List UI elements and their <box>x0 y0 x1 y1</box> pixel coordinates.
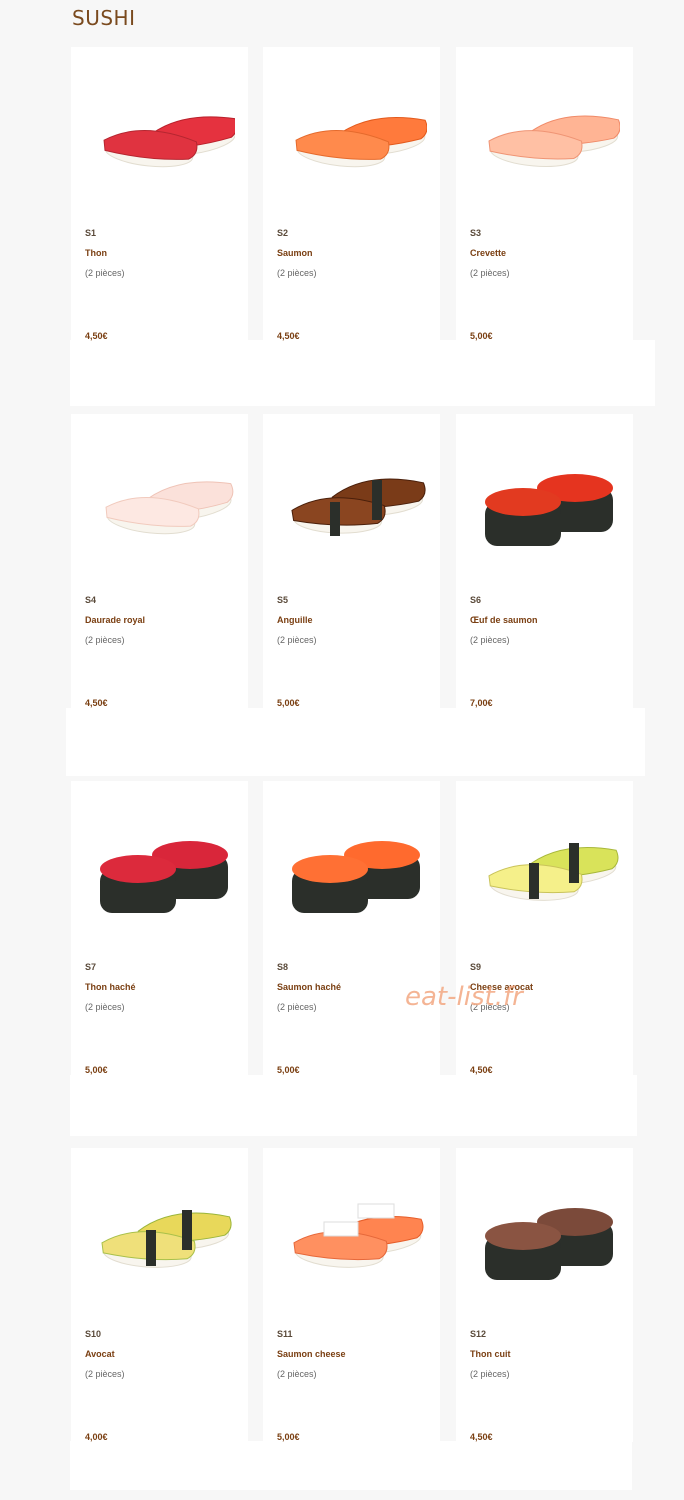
item-code: S7 <box>85 962 97 972</box>
item-name: Daurade royal <box>85 615 146 625</box>
item-name: Thon cuit <box>470 1349 511 1359</box>
chopped-salmon-gunkan-icon <box>263 781 440 946</box>
item-price: 5,00€ <box>277 1065 300 1075</box>
chopped-tuna-gunkan-icon <box>71 781 248 946</box>
menu-item-card[interactable]: S6 Œuf de saumon (2 pièces) 7,00€ <box>456 414 633 708</box>
cooked-tuna-gunkan-icon <box>456 1148 633 1313</box>
row-band <box>70 1441 632 1490</box>
menu-item-card[interactable]: S1 Thon (2 pièces) 4,50€ <box>71 47 248 341</box>
cheese-avocado-nigiri-icon <box>456 781 633 946</box>
sea-bream-nigiri-icon <box>71 414 248 579</box>
item-price: 4,50€ <box>277 331 300 341</box>
item-pieces: (2 pièces) <box>277 268 317 278</box>
menu-item-card[interactable]: S5 Anguille (2 pièces) 5,00€ <box>263 414 440 708</box>
item-code: S8 <box>277 962 289 972</box>
item-price: 4,50€ <box>470 1432 493 1442</box>
item-name: Anguille <box>277 615 313 625</box>
item-code: S3 <box>470 228 482 238</box>
shrimp-nigiri-icon <box>456 47 633 212</box>
item-price: 4,50€ <box>85 331 108 341</box>
item-pieces: (2 pièces) <box>277 635 317 645</box>
salmon-nigiri-icon <box>263 47 440 212</box>
item-pieces: (2 pièces) <box>85 1369 125 1379</box>
item-name: Saumon haché <box>277 982 342 992</box>
item-price: 4,50€ <box>470 1065 493 1075</box>
item-price: 5,00€ <box>277 1432 300 1442</box>
item-code: S6 <box>470 595 482 605</box>
item-name: Saumon cheese <box>277 1349 346 1359</box>
item-name: Avocat <box>85 1349 115 1359</box>
item-price: 4,00€ <box>85 1432 108 1442</box>
item-price: 5,00€ <box>85 1065 108 1075</box>
row-band <box>70 340 655 406</box>
item-code: S11 <box>277 1329 293 1339</box>
item-code: S2 <box>277 228 289 238</box>
menu-item-card[interactable]: S7 Thon haché (2 pièces) 5,00€ <box>71 781 248 1075</box>
menu-item-card[interactable]: S9 Cheese avocat (2 pièces) 4,50€ <box>456 781 633 1075</box>
row-band <box>66 708 645 776</box>
item-code: S10 <box>85 1329 102 1339</box>
item-name: Œuf de saumon <box>470 615 538 625</box>
eat-list-watermark: eat-list.fr <box>405 982 523 1012</box>
salmon-cheese-nigiri-icon <box>263 1148 440 1313</box>
item-code: S5 <box>277 595 289 605</box>
menu-item-card[interactable]: S2 Saumon (2 pièces) 4,50€ <box>263 47 440 341</box>
menu-item-card[interactable]: S11 Saumon cheese (2 pièces) 5,00€ <box>263 1148 440 1442</box>
menu-item-card[interactable]: S4 Daurade royal (2 pièces) 4,50€ <box>71 414 248 708</box>
menu-item-card[interactable]: S8 Saumon haché (2 pièces) 5,00€ <box>263 781 440 1075</box>
item-code: S9 <box>470 962 482 972</box>
avocado-nigiri-icon <box>71 1148 248 1313</box>
item-price: 5,00€ <box>470 331 493 341</box>
item-price: 5,00€ <box>277 698 300 708</box>
item-name: Thon <box>85 248 107 258</box>
item-code: S4 <box>85 595 97 605</box>
item-pieces: (2 pièces) <box>470 268 510 278</box>
item-name: Saumon <box>277 248 313 258</box>
item-pieces: (2 pièces) <box>470 1369 510 1379</box>
menu-item-card[interactable]: S10 Avocat (2 pièces) 4,00€ <box>71 1148 248 1442</box>
item-pieces: (2 pièces) <box>85 1002 125 1012</box>
menu-item-card[interactable]: S12 Thon cuit (2 pièces) 4,50€ <box>456 1148 633 1442</box>
item-name: Crevette <box>470 248 507 258</box>
item-pieces: (2 pièces) <box>277 1002 317 1012</box>
item-pieces: (2 pièces) <box>85 635 125 645</box>
salmon-roe-gunkan-icon <box>456 414 633 579</box>
eel-nigiri-icon <box>263 414 440 579</box>
tuna-nigiri-icon <box>71 47 248 212</box>
item-price: 7,00€ <box>470 698 493 708</box>
item-code: S1 <box>85 228 97 238</box>
item-name: Thon haché <box>85 982 136 992</box>
item-pieces: (2 pièces) <box>85 268 125 278</box>
item-price: 4,50€ <box>85 698 108 708</box>
item-code: S12 <box>470 1329 487 1339</box>
menu-item-card[interactable]: S3 Crevette (2 pièces) 5,00€ <box>456 47 633 341</box>
item-pieces: (2 pièces) <box>470 635 510 645</box>
item-pieces: (2 pièces) <box>277 1369 317 1379</box>
menu-grid: S1 Thon (2 pièces) 4,50€ S2 Saumon (2 pièces)… <box>0 0 684 1500</box>
row-band <box>70 1075 637 1136</box>
